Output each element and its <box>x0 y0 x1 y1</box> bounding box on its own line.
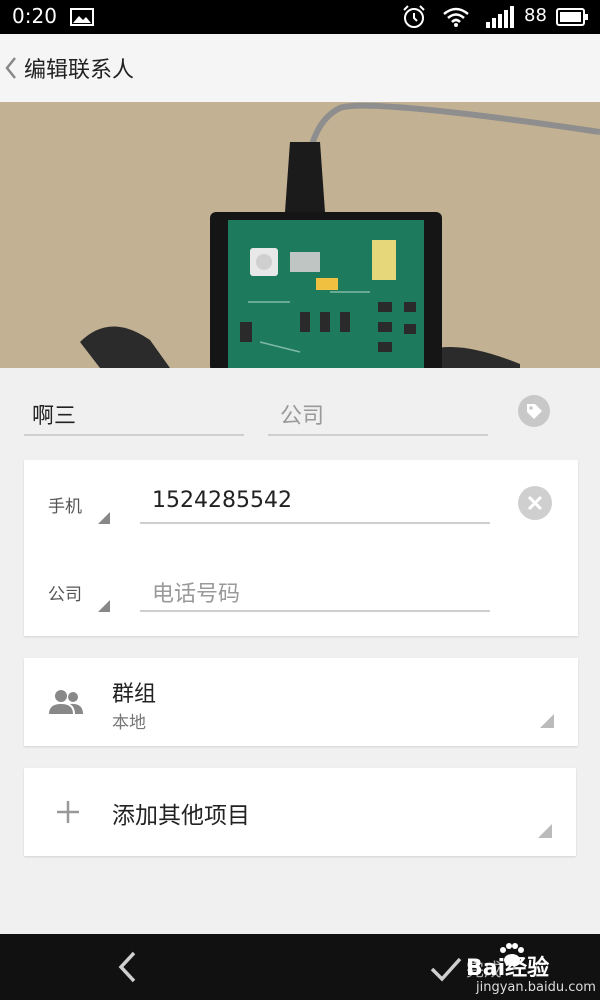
phone-row: 公司 电话号码 <box>24 548 578 636</box>
phone-number-field[interactable]: 1524285542 <box>140 480 490 524</box>
status-bar: 0:20 88 <box>0 0 600 34</box>
people-icon <box>49 690 83 714</box>
image-icon <box>70 8 94 26</box>
company-field[interactable]: 公司 <box>268 392 488 436</box>
contact-photo[interactable] <box>0 102 600 368</box>
signal-icon <box>486 6 514 28</box>
photo-image <box>0 102 600 368</box>
close-icon <box>527 495 543 511</box>
phone-row: 手机 1524285542 <box>24 460 578 548</box>
dropdown-triangle-icon <box>540 714 554 728</box>
name-row: 啊三 公司 <box>0 380 600 450</box>
add-more-label: 添加其他项目 <box>112 803 250 829</box>
add-more-fields-button[interactable]: 添加其他项目 <box>24 768 576 856</box>
phone-number-placeholder: 电话号码 <box>152 582 241 607</box>
battery-percentage: 88 <box>524 5 547 26</box>
alarm-icon <box>403 5 425 28</box>
page-title[interactable]: 编辑联系人 <box>24 52 134 84</box>
group-selector[interactable]: 群组 本地 <box>24 658 578 746</box>
phone-card: 手机 1524285542 公司 电话号码 <box>24 460 578 636</box>
plus-icon <box>57 801 79 823</box>
tag-button[interactable] <box>518 395 550 427</box>
remove-phone-button[interactable] <box>518 486 552 520</box>
status-time: 0:20 <box>12 4 57 28</box>
title-bar: 编辑联系人 <box>0 34 600 102</box>
phone-type-dropdown-icon[interactable] <box>98 512 110 524</box>
group-subtitle: 本地 <box>112 713 146 733</box>
checkmark-icon[interactable] <box>430 956 462 982</box>
dropdown-triangle-icon <box>538 824 552 838</box>
company-placeholder: 公司 <box>280 404 325 429</box>
phone-number-value: 1524285542 <box>152 488 292 513</box>
wifi-icon <box>443 7 469 27</box>
chevron-left-icon[interactable] <box>4 56 18 80</box>
name-value: 啊三 <box>32 404 77 429</box>
battery-icon <box>556 8 588 26</box>
phone-number-field[interactable]: 电话号码 <box>140 568 490 612</box>
phone-type-label[interactable]: 手机 <box>48 492 82 517</box>
phone-type-dropdown-icon[interactable] <box>98 600 110 612</box>
phone-type-label[interactable]: 公司 <box>48 580 82 605</box>
group-title: 群组 <box>112 682 157 707</box>
name-field[interactable]: 啊三 <box>24 392 244 436</box>
watermark-url: jingyan.baidu.com <box>476 980 596 995</box>
watermark-brand: Bai经验 <box>466 956 550 981</box>
tag-icon <box>527 404 542 419</box>
baidu-jingyan-watermark: Bai经验 jingyan.baidu.com <box>466 942 596 998</box>
back-arrow-icon[interactable] <box>116 950 138 984</box>
